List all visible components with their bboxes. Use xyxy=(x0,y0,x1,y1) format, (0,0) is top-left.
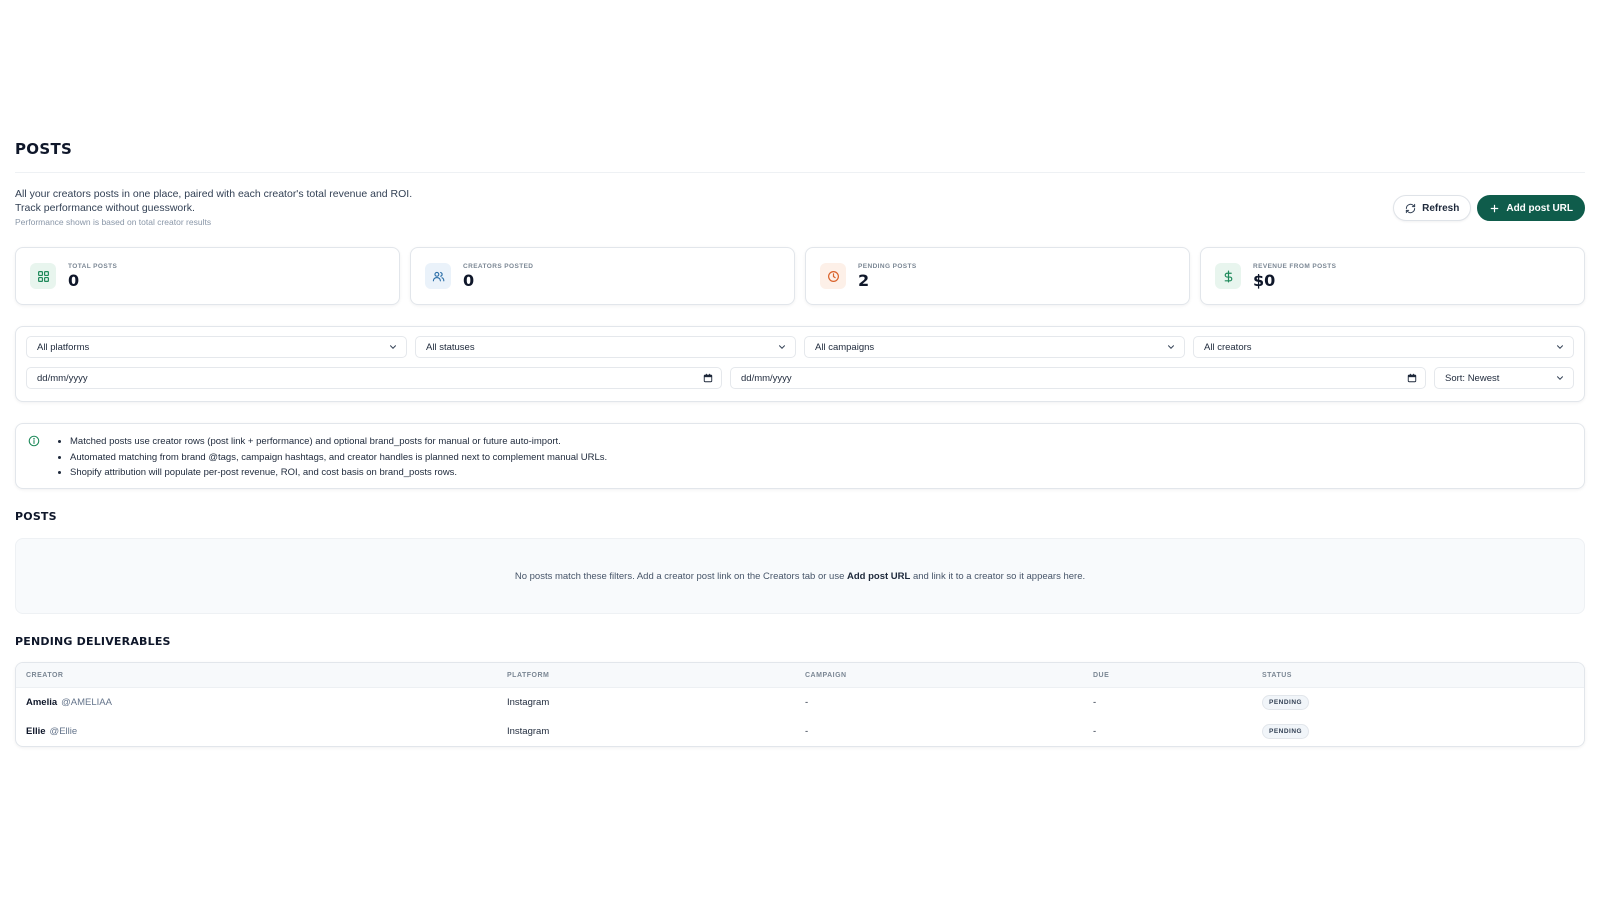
stat-total-posts: TOTAL POSTS 0 xyxy=(15,247,400,305)
campaign-filter-value: All campaigns xyxy=(815,341,875,353)
title-divider xyxy=(15,172,1585,173)
sort-value: Sort: Newest xyxy=(1445,372,1500,384)
column-header: CREATOR xyxy=(26,671,64,679)
users-icon xyxy=(425,263,451,289)
refresh-button[interactable]: Refresh xyxy=(1393,195,1472,221)
info-item: Shopify attribution will populate per-po… xyxy=(70,465,607,481)
sort-select[interactable]: Sort: Newest xyxy=(1434,367,1574,389)
page-title: POSTS xyxy=(15,140,73,158)
campaign-cell: - xyxy=(805,726,809,737)
status-badge: PENDING xyxy=(1262,724,1310,739)
info-item: Matched posts use creator rows (post lin… xyxy=(70,434,607,450)
stat-label: CREATORS POSTED xyxy=(463,262,534,270)
status-filter-select[interactable]: All statuses xyxy=(415,336,796,358)
stat-label: REVENUE FROM POSTS xyxy=(1253,262,1337,270)
platform-cell: Instagram xyxy=(507,726,550,737)
stat-label: TOTAL POSTS xyxy=(68,262,118,270)
info-callout: Matched posts use creator rows (post lin… xyxy=(15,423,1585,489)
calendar-icon[interactable] xyxy=(1407,373,1417,383)
stat-creators-posted: CREATORS POSTED 0 xyxy=(410,247,795,305)
refresh-label: Refresh xyxy=(1422,202,1460,214)
stat-label: PENDING POSTS xyxy=(858,262,917,270)
page-description: All your creators posts in one place, pa… xyxy=(15,188,413,214)
creator-filter-select[interactable]: All creators xyxy=(1193,336,1574,358)
plus-icon xyxy=(1491,204,1499,212)
creator-name: Amelia xyxy=(26,697,58,708)
chevron-down-icon xyxy=(1557,345,1563,349)
table-header: CREATOR PLATFORM CAMPAIGN DUE STATUS xyxy=(16,663,1584,688)
dollar-icon xyxy=(1215,263,1241,289)
info-item: Automated matching from brand @tags, cam… xyxy=(70,450,607,466)
refresh-icon xyxy=(1405,203,1416,213)
date-to-placeholder: dd/mm/yyyy xyxy=(741,372,792,384)
creator-handle: @AMELIAA xyxy=(61,697,112,708)
chevron-down-icon xyxy=(1168,345,1174,349)
pending-deliverables-table: CREATOR PLATFORM CAMPAIGN DUE STATUS Ame… xyxy=(15,662,1585,747)
posts-section-title: POSTS xyxy=(15,510,57,523)
date-from-placeholder: dd/mm/yyyy xyxy=(37,372,88,384)
chevron-down-icon xyxy=(779,345,785,349)
stat-value: $0 xyxy=(1253,270,1276,290)
chevron-down-icon xyxy=(1557,376,1563,380)
due-cell: - xyxy=(1093,697,1097,708)
stat-value: 0 xyxy=(463,270,475,290)
stat-value: 2 xyxy=(858,270,870,290)
header-actions: Refresh Add post URL xyxy=(1393,195,1585,221)
platform-filter-select[interactable]: All platforms xyxy=(26,336,407,358)
table-row[interactable]: Amelia @AMELIAA Instagram - - PENDING xyxy=(16,688,1584,717)
pending-deliverables-title: PENDING DELIVERABLES xyxy=(15,635,171,648)
grid-icon xyxy=(30,263,56,289)
chevron-down-icon xyxy=(390,345,396,349)
creator-filter-value: All creators xyxy=(1204,341,1252,353)
stat-pending-posts: PENDING POSTS 2 xyxy=(805,247,1190,305)
table-row[interactable]: Ellie @Ellie Instagram - - PENDING xyxy=(16,717,1584,746)
clock-icon xyxy=(820,263,846,289)
stat-revenue-from-posts: REVENUE FROM POSTS $0 xyxy=(1200,247,1585,305)
date-to-input[interactable]: dd/mm/yyyy xyxy=(730,367,1426,389)
due-cell: - xyxy=(1093,726,1097,737)
column-header: CAMPAIGN xyxy=(805,671,847,679)
campaign-cell: - xyxy=(805,697,809,708)
info-icon xyxy=(28,435,40,447)
platform-filter-value: All platforms xyxy=(37,341,90,353)
column-header: PLATFORM xyxy=(507,671,550,679)
stats-row: TOTAL POSTS 0 CREATORS POSTED 0 PENDING … xyxy=(15,247,1585,305)
creator-name: Ellie xyxy=(26,726,46,737)
stat-value: 0 xyxy=(68,270,80,290)
empty-add-post-link: Add post URL xyxy=(847,570,911,582)
empty-text-after: and link it to a creator so it appears h… xyxy=(912,570,1086,582)
status-badge: PENDING xyxy=(1262,695,1310,710)
platform-cell: Instagram xyxy=(507,697,550,708)
add-post-url-button[interactable]: Add post URL xyxy=(1477,195,1585,221)
date-from-input[interactable]: dd/mm/yyyy xyxy=(26,367,722,389)
info-list: Matched posts use creator rows (post lin… xyxy=(50,434,607,478)
posts-empty-state: No posts match these filters. Add a crea… xyxy=(15,538,1585,614)
empty-text-before: No posts match these filters. Add a crea… xyxy=(514,570,845,582)
column-header: STATUS xyxy=(1262,671,1292,679)
column-header: DUE xyxy=(1093,671,1110,679)
calendar-icon[interactable] xyxy=(703,373,713,383)
add-post-url-label: Add post URL xyxy=(1506,202,1573,214)
filters-panel: All platforms All statuses All campaigns… xyxy=(15,326,1585,402)
performance-note: Performance shown is based on total crea… xyxy=(15,217,212,227)
creator-handle: @Ellie xyxy=(49,726,78,737)
status-filter-value: All statuses xyxy=(426,341,475,353)
campaign-filter-select[interactable]: All campaigns xyxy=(804,336,1185,358)
